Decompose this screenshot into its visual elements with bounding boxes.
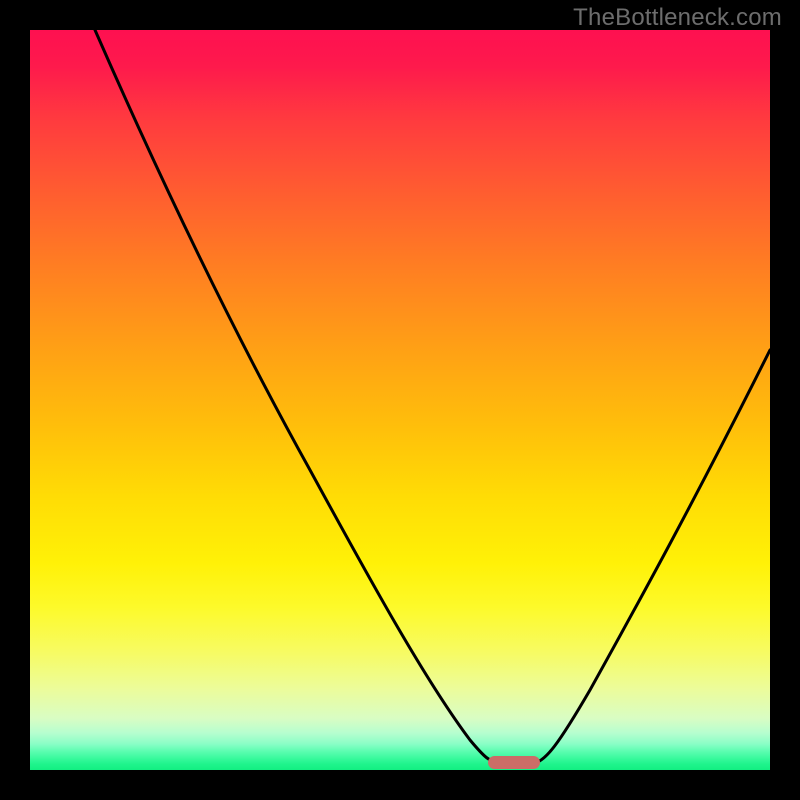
watermark-text: TheBottleneck.com bbox=[573, 4, 782, 32]
optimum-marker bbox=[488, 756, 540, 769]
plot-area bbox=[30, 30, 770, 770]
curve-path bbox=[95, 30, 770, 763]
chart-frame: TheBottleneck.com bbox=[0, 0, 800, 800]
bottleneck-curve bbox=[30, 30, 770, 770]
